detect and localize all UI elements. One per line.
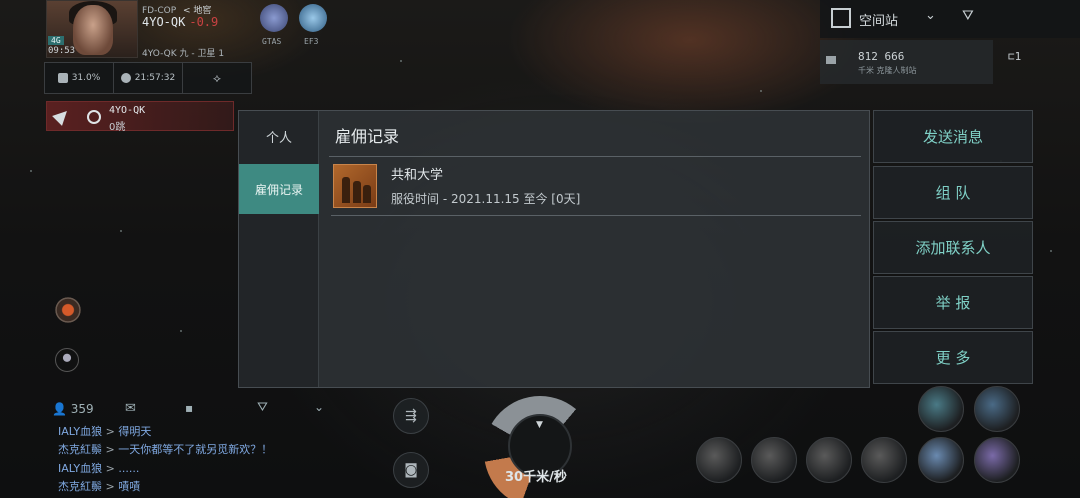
people-icon: 👤 [52,402,67,416]
system-name: 4YO-QK -0.9 [142,15,218,29]
chat-separator: > [105,462,115,475]
target-jumps: 0跳 [109,122,126,133]
chat-sender[interactable]: 杰克紅鬃 [58,480,102,493]
overview-checkbox[interactable] [831,8,851,28]
service-period: 服役时间 - 2021.11.15 至今 [0天] [391,192,581,206]
dialog-title: 雇佣记录 [335,127,400,146]
chat-sender[interactable]: IALY血狼 [58,462,102,475]
tab-personal[interactable]: 个人 [239,111,319,161]
module-slot[interactable] [918,386,964,432]
tab-employment-history[interactable]: 雇佣记录 [239,164,319,214]
chat-expand-icon[interactable]: ⌄ [314,400,324,414]
portrait-face [73,5,113,55]
logo-figure [342,177,350,203]
module-slot[interactable] [696,437,742,483]
module-slot[interactable] [751,437,797,483]
ship-class-stat[interactable]: ⟡ [183,63,251,93]
system-label: 4YO-QK [142,15,186,29]
filter-icon[interactable]: ⛛ [962,8,974,24]
corp-name[interactable]: 共和大学 [391,164,443,183]
autopilot-target[interactable]: 4YO-QK 0跳 [46,101,234,133]
overview-side-count[interactable]: ⊏1 [1008,50,1021,63]
clock: 09:53 [48,46,76,56]
side-count-value: 1 [1014,50,1022,63]
module-slot[interactable] [806,437,852,483]
security-status: -0.9 [189,15,219,29]
mail-icon[interactable]: ✉ [125,401,136,416]
cargo-icon [57,73,68,83]
chat-sender[interactable]: IALY血狼 [58,425,102,438]
warp-icon[interactable]: ⇶ [393,398,429,434]
module-slot[interactable] [974,437,1020,483]
module-slot[interactable] [974,386,1020,432]
person-icon[interactable] [55,348,79,372]
logo-figure [363,185,371,203]
network-badge: 4G [48,36,64,45]
corp-gtas-label: GTAS [262,37,282,46]
corp-gtas-icon[interactable] [260,4,288,32]
module-slot[interactable] [918,437,964,483]
more-button[interactable]: 更 多 [873,331,1033,384]
overview-type: 千米 克隆人制站 [858,66,917,75]
overview-title[interactable]: 空间站 [859,10,898,29]
chat-bubble-icon[interactable]: ▪ [185,401,193,415]
cargo-value: 31.0% [71,73,101,83]
chat-message: 一天你都等不了就另觅新欢？！ [118,443,273,456]
report-button[interactable]: 举 报 [873,276,1033,329]
speed-readout: 30千米/秒 [505,470,567,485]
invite-to-fleet-button[interactable]: 组 队 [873,166,1033,219]
alliance-ef3-icon[interactable] [299,4,327,32]
target-system: 4YO-QK [109,105,146,116]
chat-message: 得明天 [118,425,152,438]
chat-line: 杰克紅鬃 > 嘖嘖 [58,478,140,494]
chat-line: IALY血狼 > ...... [58,460,139,476]
star [1050,250,1052,252]
star [760,90,762,92]
ship-class-icon: ⟡ [213,70,221,85]
action-column: 发送消息 组 队 添加联系人 举 报 更 多 [873,110,1035,386]
cargo-stat[interactable]: 31.0% [45,63,114,93]
speed-arrow-icon: ▼ [536,420,543,430]
speed-dial[interactable]: ▼ [478,392,602,498]
chat-separator: > [105,480,115,493]
chat-separator: > [105,443,115,456]
chevron-down-icon[interactable]: ⌄ [925,8,936,23]
chat-message: 嘖嘖 [118,480,141,493]
chat-member-count[interactable]: 👤 359 [52,402,94,416]
chat-filter-icon[interactable]: ⛛ [257,400,268,415]
character-info-dialog: 个人 雇佣记录 雇佣记录 共和大学 服役时间 - 2021.11.15 至今 [… [238,110,870,388]
corp-logo [333,164,377,208]
planet-timer: 21:57:32 [134,73,176,83]
chat-line: 杰克紅鬃 > 一天你都等不了就另觅新欢？！ [58,441,272,457]
camera-icon[interactable]: ◙ [393,452,429,488]
scanner-icon[interactable] [55,297,81,323]
logo-figure [353,181,361,203]
star [120,230,122,232]
star [400,60,402,62]
chat-line: IALY血狼 > 得明天 [58,423,151,439]
module-slot[interactable] [861,437,907,483]
chat-message: ...... [118,462,140,475]
ship-stats-bar: 31.0% 21:57:32 ⟡ [44,62,252,94]
alliance-ef3-label: EF3 [304,37,319,46]
star [30,170,32,172]
add-contact-button[interactable]: 添加联系人 [873,221,1033,274]
location-label: 4YO-QK 九 - 卫星 1 [142,49,225,59]
member-count-value: 359 [70,402,94,416]
overview-distance: 812 666 [858,50,905,63]
star [180,330,182,332]
planet-stat[interactable]: 21:57:32 [114,63,183,93]
overview-row[interactable]: 812 666 千米 克隆人制站 [820,40,993,84]
send-message-button[interactable]: 发送消息 [873,110,1033,163]
dialog-tab-list: 个人 雇佣记录 [239,111,319,387]
station-icon [826,56,836,64]
destination-icon [87,110,101,124]
chat-separator: > [105,425,115,438]
employment-record[interactable]: 共和大学 服役时间 - 2021.11.15 至今 [0天] [331,158,861,216]
planet-icon [120,73,131,83]
navigate-arrow-icon[interactable] [52,106,72,126]
divider [329,156,861,157]
chat-sender[interactable]: 杰克紅鬃 [58,443,102,456]
